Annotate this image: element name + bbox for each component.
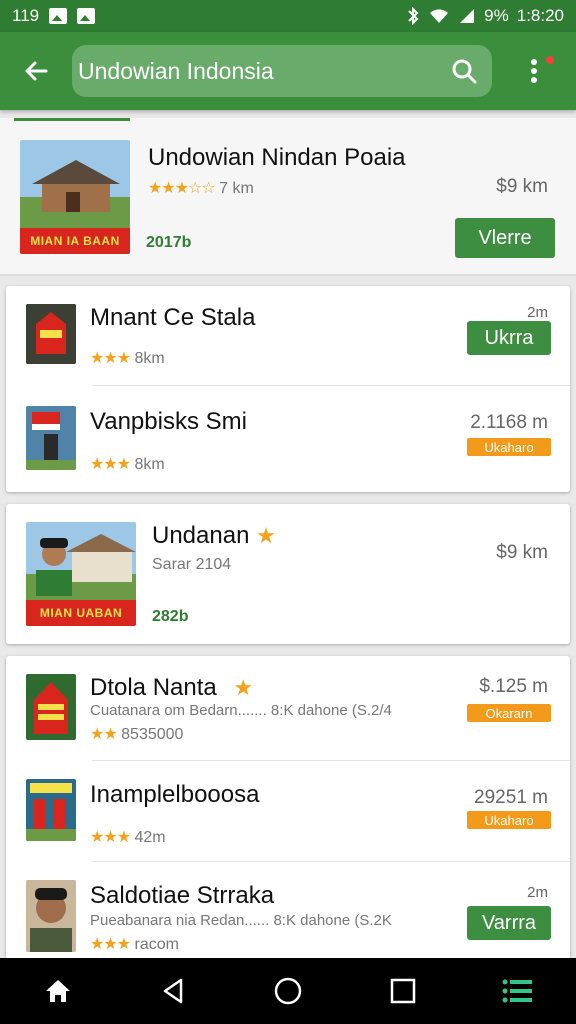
- bluetooth-icon: [408, 7, 419, 25]
- star-rating-icon: ★★★: [90, 456, 131, 473]
- featured-title: Undowian Nindan Poaia: [148, 144, 406, 171]
- battery-text: 9%: [484, 6, 509, 25]
- featured-thumbnail: MIAN IA BAAN: [20, 140, 130, 254]
- list-item[interactable]: Vanpbisks Smi ★★★ 8km 2.1168 m Ukaharo: [6, 386, 570, 492]
- item-title: Dtola Nanta ★: [90, 674, 253, 702]
- item-title: Saldotiae Strraka: [90, 882, 275, 909]
- home-nav-button[interactable]: [28, 961, 88, 1021]
- card2-price: $9 km: [496, 542, 548, 563]
- card2-code: 282b: [152, 608, 189, 625]
- image-notification-icon: [77, 8, 96, 24]
- back-triangle-icon: [163, 978, 183, 1004]
- app-bar: Undowian Indonsia: [0, 32, 576, 110]
- item-distance: 42m: [134, 829, 166, 846]
- item-price: 2.1168 m: [470, 412, 548, 433]
- wifi-icon: [430, 9, 449, 23]
- item-action-button[interactable]: Ukrra: [467, 321, 551, 355]
- item-distance: 8km: [134, 350, 165, 367]
- signal-icon: [460, 9, 475, 23]
- item-rating: ★★★ 8km: [90, 348, 165, 368]
- favorite-star-icon: ★: [256, 523, 276, 548]
- item-thumbnail: [26, 779, 76, 841]
- item-distance: racom: [134, 936, 179, 953]
- home-circle-icon: [274, 977, 302, 1005]
- list-item[interactable]: Saldotiae Strraka Pueabanara nia Redan..…: [6, 862, 570, 958]
- overflow-menu-button[interactable]: [492, 32, 576, 110]
- star-rating-icon: ★★★: [90, 350, 131, 367]
- item-price: 2m: [527, 884, 548, 901]
- item-thumbnail: [26, 880, 76, 952]
- recents-square-icon: [390, 978, 416, 1004]
- status-left: 119: [12, 6, 96, 26]
- status-bar: 119 9% 1:8:20: [0, 0, 576, 32]
- list-item[interactable]: Inamplelbooosa ★★★ 42m 29251 m Ukaharo: [6, 761, 570, 861]
- item-distance: 8km: [134, 456, 165, 473]
- list-item[interactable]: Mnant Ce Stala ★★★ 8km 2m Ukrra: [6, 286, 570, 386]
- status-left-text: 119: [12, 6, 40, 25]
- results-card-1: Mnant Ce Stala ★★★ 8km 2m Ukrra Vanpbisk…: [6, 286, 570, 492]
- recents-nav-button[interactable]: [373, 961, 433, 1021]
- item-thumbnail: [26, 674, 76, 740]
- results-card-2[interactable]: MIAN UABAN Undanan ★ Sarar 2104 282b $9 …: [6, 504, 570, 644]
- featured-banner: MIAN IA BAAN: [20, 228, 130, 254]
- card2-thumbnail: MIAN UABAN: [26, 522, 136, 626]
- list-item[interactable]: Dtola Nanta ★ Cuatanara om Bedarn.......…: [6, 656, 570, 760]
- notification-icon: [49, 8, 68, 24]
- tab-indicator: [14, 118, 130, 121]
- search-field[interactable]: Undowian Indonsia: [72, 45, 492, 97]
- item-action-button[interactable]: Varrra: [467, 906, 551, 940]
- item-price: $.125 m: [479, 676, 548, 697]
- item-rating: ★★★ racom: [90, 934, 179, 954]
- featured-code: 2017b: [146, 234, 192, 251]
- item-title: Vanpbisks Smi: [90, 408, 247, 435]
- item-description: Cuatanara om Bedarn....... 8:K dahone (S…: [90, 702, 392, 719]
- notification-dot: [546, 56, 554, 64]
- featured-action-button[interactable]: Vlerre: [455, 218, 555, 258]
- item-distance: 8535000: [121, 726, 184, 743]
- card2-title-text: Undanan: [152, 522, 250, 549]
- home-icon: [45, 980, 70, 1002]
- favorite-star-icon: ★: [233, 675, 254, 700]
- search-icon: [452, 59, 477, 84]
- item-rating: ★★★ 8km: [90, 454, 165, 474]
- results-card-3: Dtola Nanta ★ Cuatanara om Bedarn.......…: [6, 656, 570, 958]
- status-right: 9% 1:8:20: [406, 6, 564, 26]
- star-rating-icon: ★★★: [90, 936, 131, 953]
- featured-distance: 7 km: [219, 180, 254, 197]
- item-title: Mnant Ce Stala: [90, 304, 256, 331]
- navigation-bar: [0, 958, 576, 1024]
- item-thumbnail: [26, 304, 76, 364]
- item-title: Inamplelbooosa: [90, 781, 260, 808]
- item-price: 29251 m: [474, 787, 548, 808]
- status-time: 1:8:20: [516, 6, 564, 25]
- star-rating-icon: ★★★: [90, 829, 131, 846]
- card2-banner: MIAN UABAN: [26, 600, 136, 626]
- list-nav-button[interactable]: [488, 961, 548, 1021]
- card2-title: Undanan ★: [152, 522, 276, 550]
- back-nav-button[interactable]: [143, 961, 203, 1021]
- search-button[interactable]: [444, 51, 484, 91]
- featured-listing[interactable]: MIAN IA BAAN Undowian Nindan Poaia ★★★☆☆…: [0, 118, 576, 276]
- home-circle-button[interactable]: [258, 961, 318, 1021]
- back-arrow-icon: [25, 61, 48, 81]
- item-thumbnail: [26, 406, 76, 470]
- item-status-badge[interactable]: Okararn: [467, 704, 551, 722]
- item-title-text: Dtola Nanta: [90, 674, 217, 701]
- card2-subtitle: Sarar 2104: [152, 556, 232, 573]
- item-description: Pueabanara nia Redan...... 8:K dahone (S…: [90, 912, 392, 929]
- item-status-badge[interactable]: Ukaharo: [467, 438, 551, 456]
- star-rating-icon: ★★★☆☆: [148, 180, 216, 197]
- back-button[interactable]: [0, 32, 72, 110]
- item-rating: ★★ 8535000: [90, 724, 183, 744]
- item-price: 2m: [527, 304, 548, 321]
- featured-rating: ★★★☆☆ 7 km: [148, 178, 254, 198]
- list-icon: [502, 979, 533, 1003]
- item-status-badge[interactable]: Ukaharo: [467, 811, 551, 829]
- more-vert-icon: [531, 59, 537, 83]
- item-rating: ★★★ 42m: [90, 827, 166, 847]
- search-query[interactable]: Undowian Indonsia: [78, 58, 444, 85]
- featured-price: $9 km: [496, 176, 548, 197]
- star-rating-icon: ★★: [90, 726, 118, 743]
